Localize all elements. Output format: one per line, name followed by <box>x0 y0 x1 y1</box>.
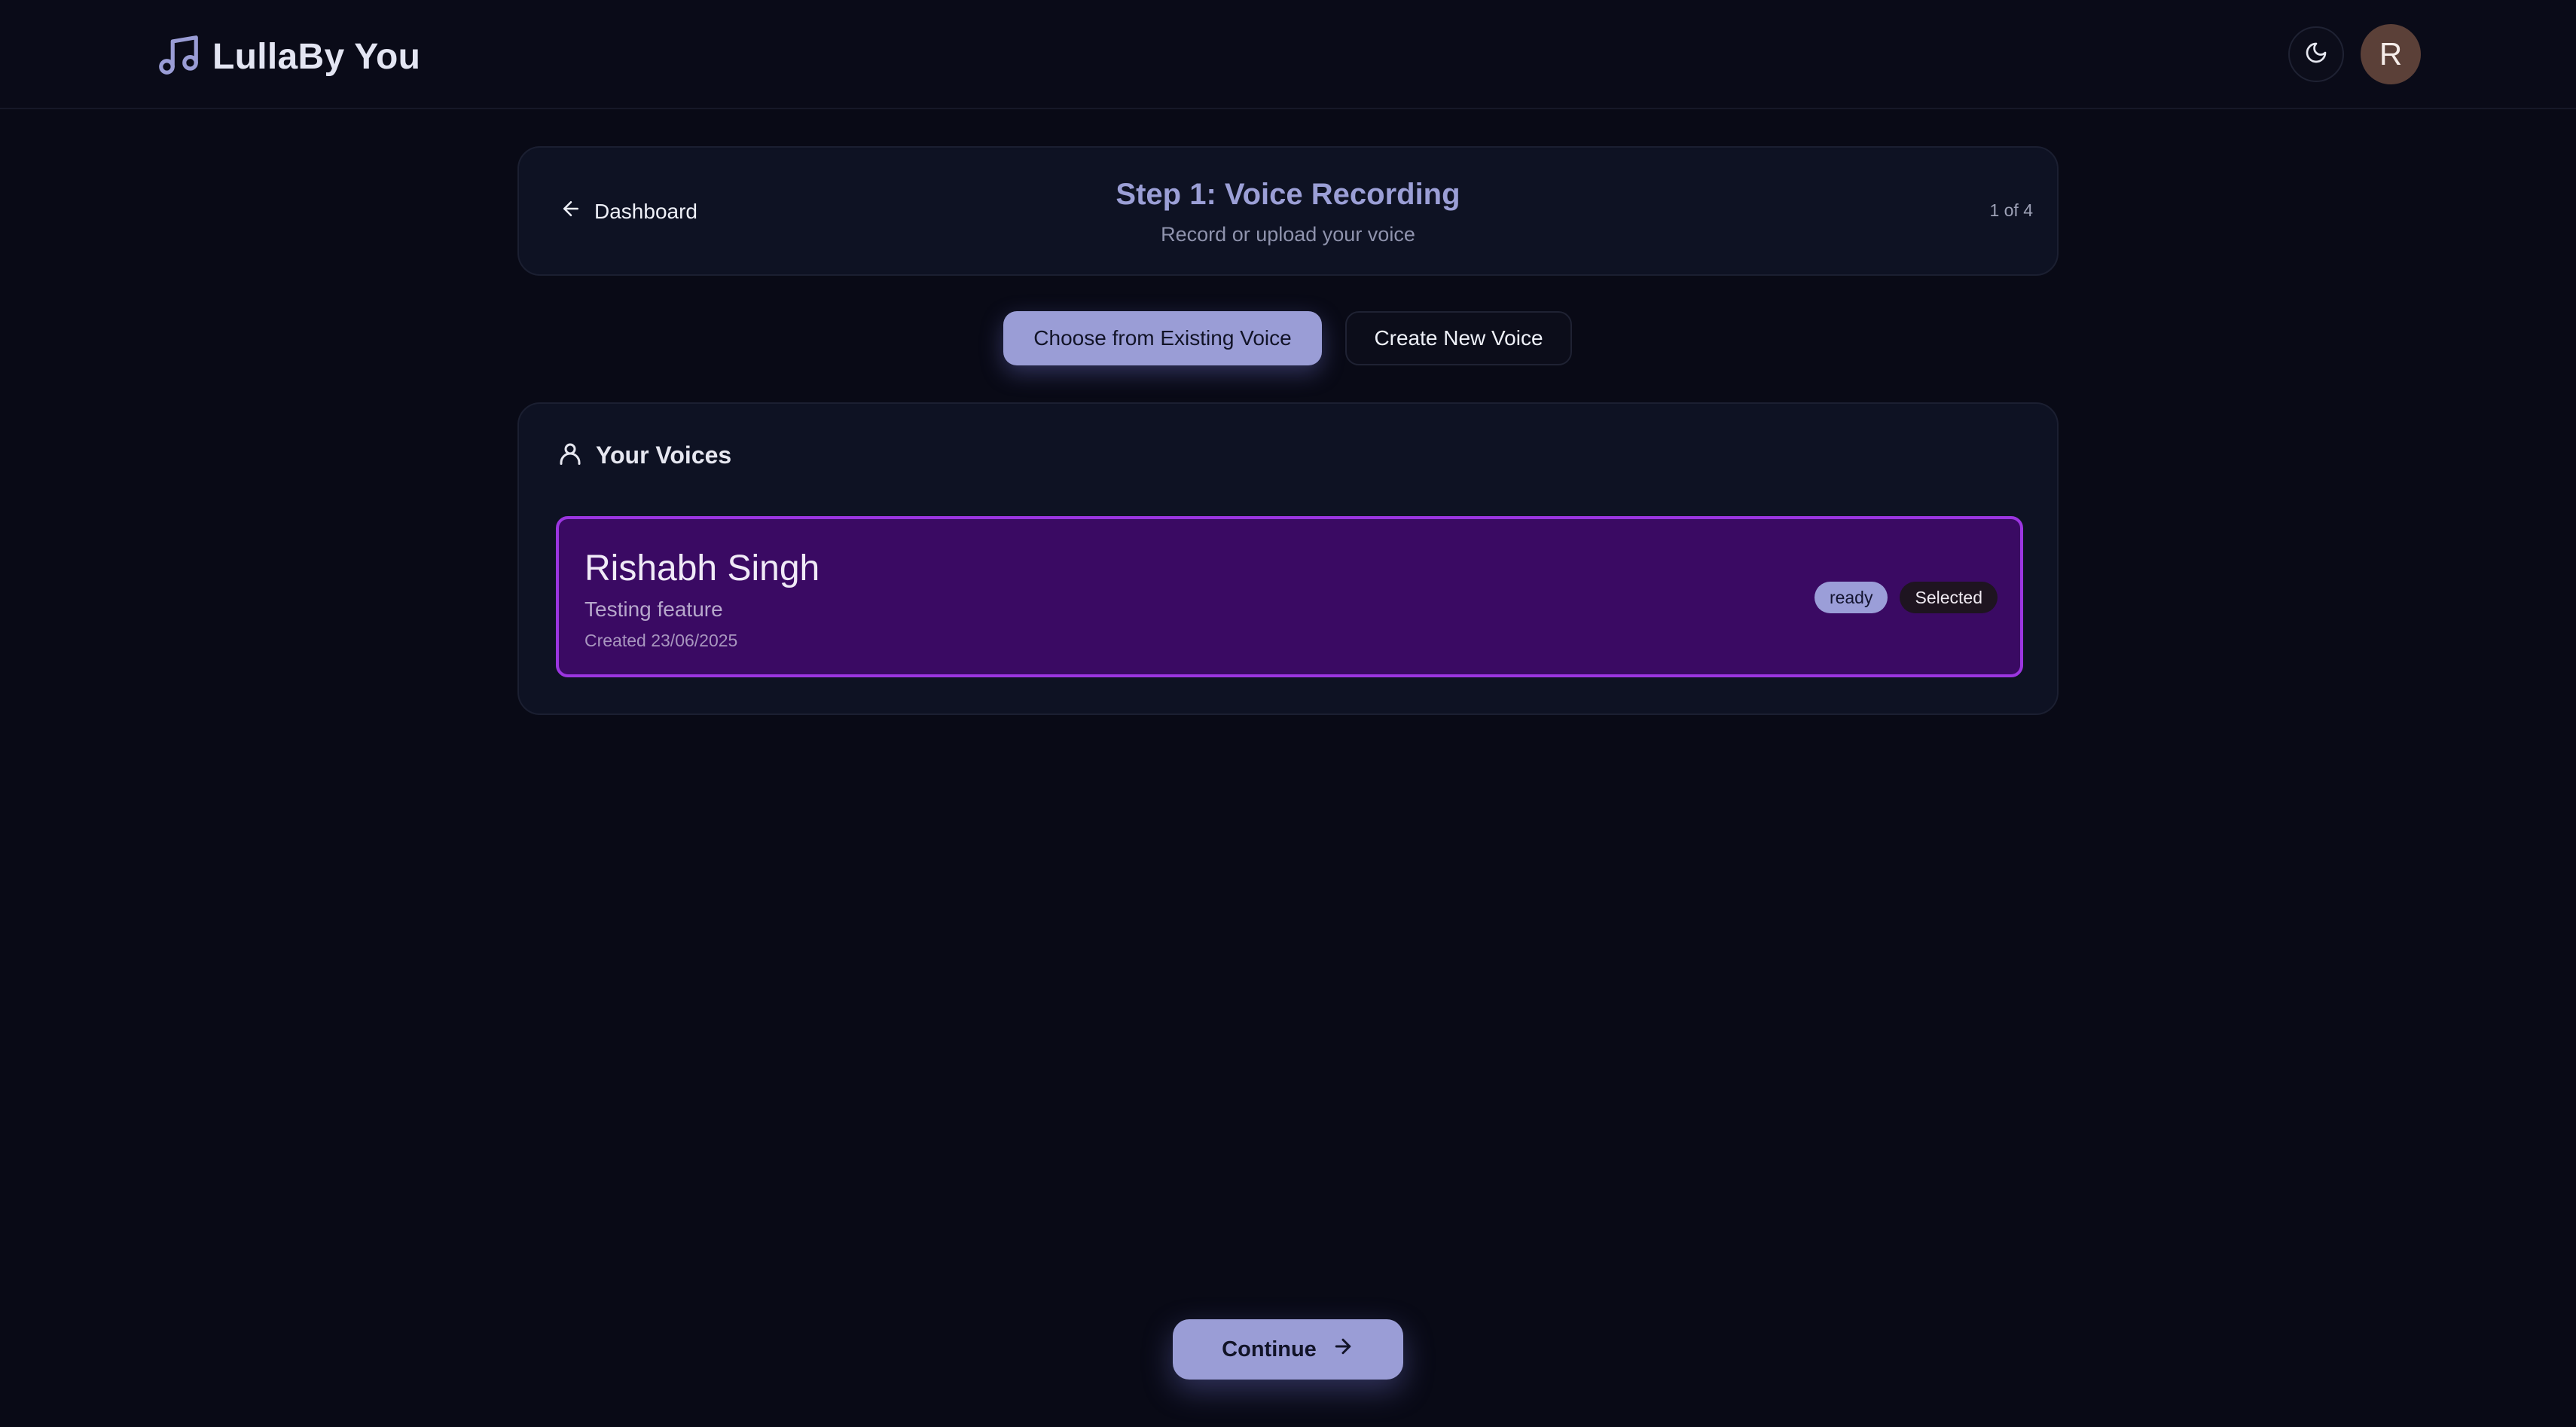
step-counter: 1 of 4 <box>1989 200 2033 220</box>
step-title: Step 1: Voice Recording <box>1116 178 1460 211</box>
voices-section-title: Your Voices <box>596 442 732 469</box>
voice-created-date: Created 23/06/2025 <box>584 631 738 650</box>
continue-button-label: Continue <box>1222 1337 1317 1361</box>
status-badge: ready <box>1814 582 1888 613</box>
user-avatar[interactable]: R <box>2361 24 2421 84</box>
arrow-right-icon <box>1332 1335 1354 1364</box>
top-navigation-bar: LullaBy You R <box>0 0 2576 109</box>
your-voices-card: Your Voices Rishabh Singh Testing featur… <box>517 402 2059 715</box>
voice-source-tabs: Choose from Existing Voice Create New Vo… <box>0 311 2576 365</box>
user-icon <box>557 440 584 471</box>
tab-create-new-voice[interactable]: Create New Voice <box>1345 311 1572 365</box>
theme-toggle-button[interactable] <box>2288 26 2344 82</box>
voice-badges: ready Selected <box>1814 582 1998 613</box>
brand-logo[interactable]: LullaBy You <box>155 32 420 82</box>
step-subtitle: Record or upload your voice <box>1161 223 1415 246</box>
app-name: LullaBy You <box>212 37 421 77</box>
moon-icon <box>2304 41 2328 69</box>
voice-name: Rishabh Singh <box>584 548 820 588</box>
continue-button[interactable]: Continue <box>1173 1319 1403 1380</box>
selected-badge: Selected <box>1900 582 1998 613</box>
tab-choose-existing-voice[interactable]: Choose from Existing Voice <box>1003 311 1322 365</box>
voice-list-item[interactable]: Rishabh Singh Testing feature Created 23… <box>556 516 2023 677</box>
voices-section-header: Your Voices <box>557 440 731 471</box>
step-header-card: Dashboard Step 1: Voice Recording Record… <box>517 146 2059 276</box>
voice-description: Testing feature <box>584 597 723 621</box>
music-notes-icon <box>155 32 202 82</box>
